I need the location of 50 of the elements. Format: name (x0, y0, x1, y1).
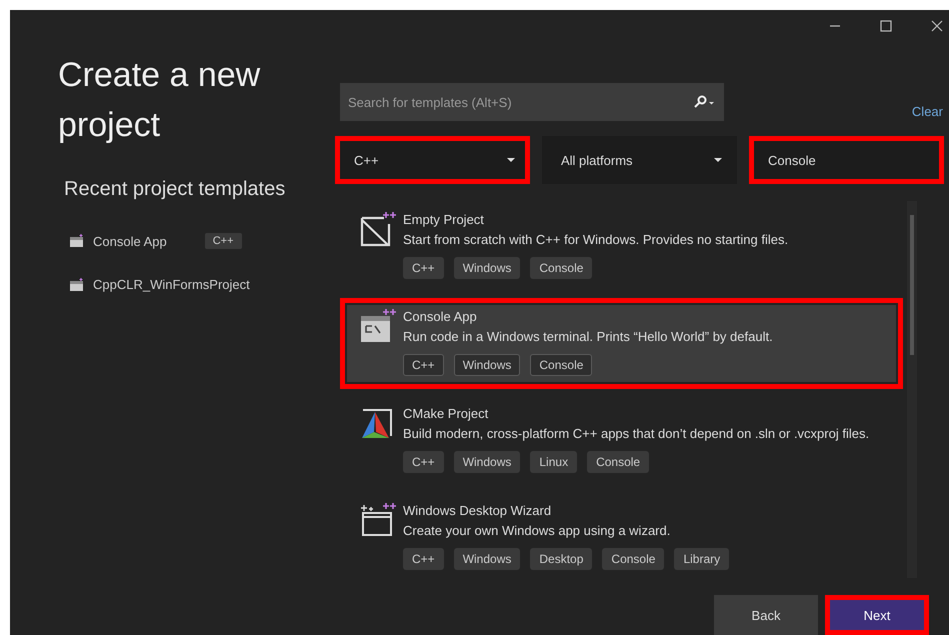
template-tag: Console (602, 548, 664, 570)
template-description: Create your own Windows app using a wizard. (403, 523, 672, 538)
template-item[interactable]: CMake Project Build modern, cross-platform C++ apps that don’t depend on .sln or .vcxproj files. C++ Windows Linux Console (340, 395, 903, 486)
template-description: Start from scratch with C++ for Windows. Provides no starting files. (403, 232, 788, 247)
window-sparkle-icon (359, 503, 397, 539)
template-tag: Windows (454, 548, 520, 570)
filter-dropdown[interactable]: C++ (335, 136, 530, 184)
template-tag: Linux (530, 451, 578, 473)
clear-link[interactable]: Clear (912, 104, 943, 121)
close-icon[interactable] (931, 20, 943, 32)
template-tag: C++ (403, 548, 444, 570)
template-tag: C++ (403, 451, 444, 473)
recent-template-link[interactable]: Console App (93, 234, 167, 248)
template-tag: C++ (403, 354, 444, 376)
search-icon[interactable] (692, 95, 716, 109)
template-item[interactable]: Console App Run code in a Windows terminal. Prints “Hello World” by default. C++ Windows Console (340, 298, 903, 389)
scrollbar-thumb[interactable] (910, 215, 914, 355)
filter-dropdown[interactable]: All platforms (542, 136, 737, 184)
caret-icon (714, 158, 722, 162)
scrollbar[interactable] (907, 201, 917, 578)
template-tag: Library (674, 548, 730, 570)
template-item[interactable]: Windows Desktop Wizard Create your own Windows app using a wizard. C++ Windows Desktop Console Library (340, 492, 903, 583)
language-tag: C++ (204, 233, 242, 249)
template-tag: Windows (454, 451, 520, 473)
template-description: Build modern, cross-platform C++ apps that don’t depend on .sln or .vcxproj files. (403, 426, 870, 441)
section-title: Recent project templates (64, 178, 286, 201)
template-tag: Desktop (530, 548, 592, 570)
template-tag: C++ (403, 257, 444, 279)
recent-template-link[interactable]: CppCLR_WinFormsProject (93, 277, 250, 292)
empty-window-icon (359, 212, 397, 248)
template-tag: Console (530, 257, 592, 279)
back-button[interactable]: Back (714, 595, 818, 635)
template-tag: Windows (454, 257, 520, 279)
template-item[interactable]: Empty Project Start from scratch with C++ for Windows. Provides no starting files. C++ Windows Console (340, 201, 903, 292)
template-tag: Windows (454, 354, 520, 376)
next-button[interactable]: Next (825, 595, 929, 635)
template-tag: Console (587, 451, 650, 473)
maximize-icon[interactable] (880, 20, 892, 32)
template-description: Run code in a Windows terminal. Prints “Hello World” by default. (403, 329, 773, 344)
terminal-window-icon (359, 309, 397, 345)
template-title: Windows Desktop Wizard (403, 503, 552, 518)
template-title: CMake Project (403, 406, 490, 421)
window-icon (69, 278, 85, 292)
filter-field[interactable]: Console (749, 136, 944, 184)
page-heading: Create a new project (58, 55, 262, 146)
caret-icon (507, 158, 515, 162)
window-icon (69, 234, 85, 248)
template-title: Console App (403, 309, 478, 324)
template-tag: Console (530, 354, 592, 376)
template-title: Empty Project (403, 212, 485, 227)
